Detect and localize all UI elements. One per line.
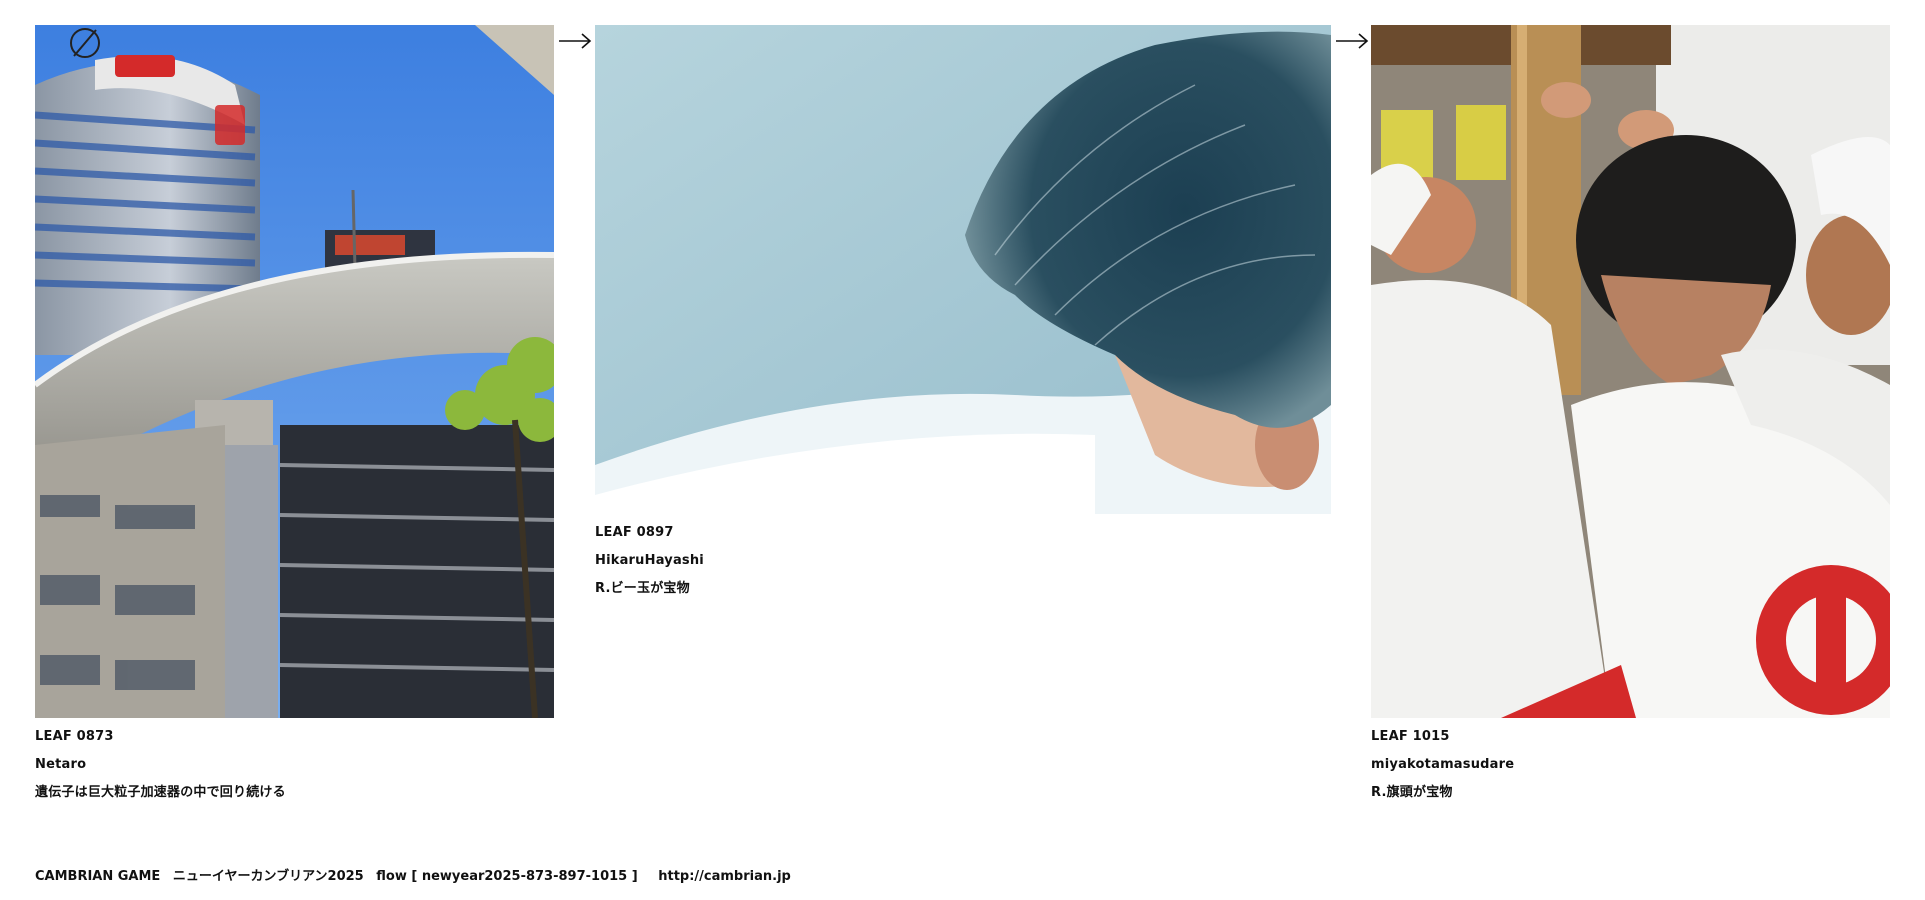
arrow-right-icon — [1335, 31, 1369, 51]
corner-ring-icon — [66, 26, 104, 60]
event-name: ニューイヤーカンブリアン2025 — [172, 869, 364, 884]
footer-line: CAMBRIAN GAME ニューイヤーカンブリアン2025 flow [ ne… — [35, 865, 799, 884]
leaf-title: 遺伝子は巨大粒子加速器の中で回り続ける — [35, 785, 286, 800]
leaf-author[interactable]: miyakotamasudare — [1371, 751, 1514, 779]
game-name: CAMBRIAN GAME — [35, 869, 161, 884]
leaf-title: R.旗頭が宝物 — [1371, 785, 1453, 800]
leaf-id: LEAF 0897 — [595, 525, 674, 540]
leaf-title: R.ビー玉が宝物 — [595, 581, 690, 596]
arrow-right-icon — [558, 31, 592, 51]
leaf-photo-0873[interactable] — [35, 25, 554, 718]
leaf-photo-1015[interactable] — [1371, 25, 1890, 718]
site-link[interactable]: http://cambrian.jp — [658, 869, 791, 884]
leaf-author[interactable]: HikaruHayashi — [595, 547, 704, 575]
leaf-photo-0897[interactable] — [595, 25, 1331, 514]
leaf-caption-0873: LEAF 0873 Netaro 遺伝子は巨大粒子加速器の中で回り続ける — [35, 723, 286, 807]
leaf-caption-1015: LEAF 1015 miyakotamasudare R.旗頭が宝物 — [1371, 723, 1514, 807]
flow-id: flow [ newyear2025-873-897-1015 ] — [376, 869, 638, 884]
leaf-author[interactable]: Netaro — [35, 751, 286, 779]
leaf-id: LEAF 0873 — [35, 729, 114, 744]
leaf-id: LEAF 1015 — [1371, 729, 1450, 744]
leaf-caption-0897: LEAF 0897 HikaruHayashi R.ビー玉が宝物 — [595, 519, 704, 603]
